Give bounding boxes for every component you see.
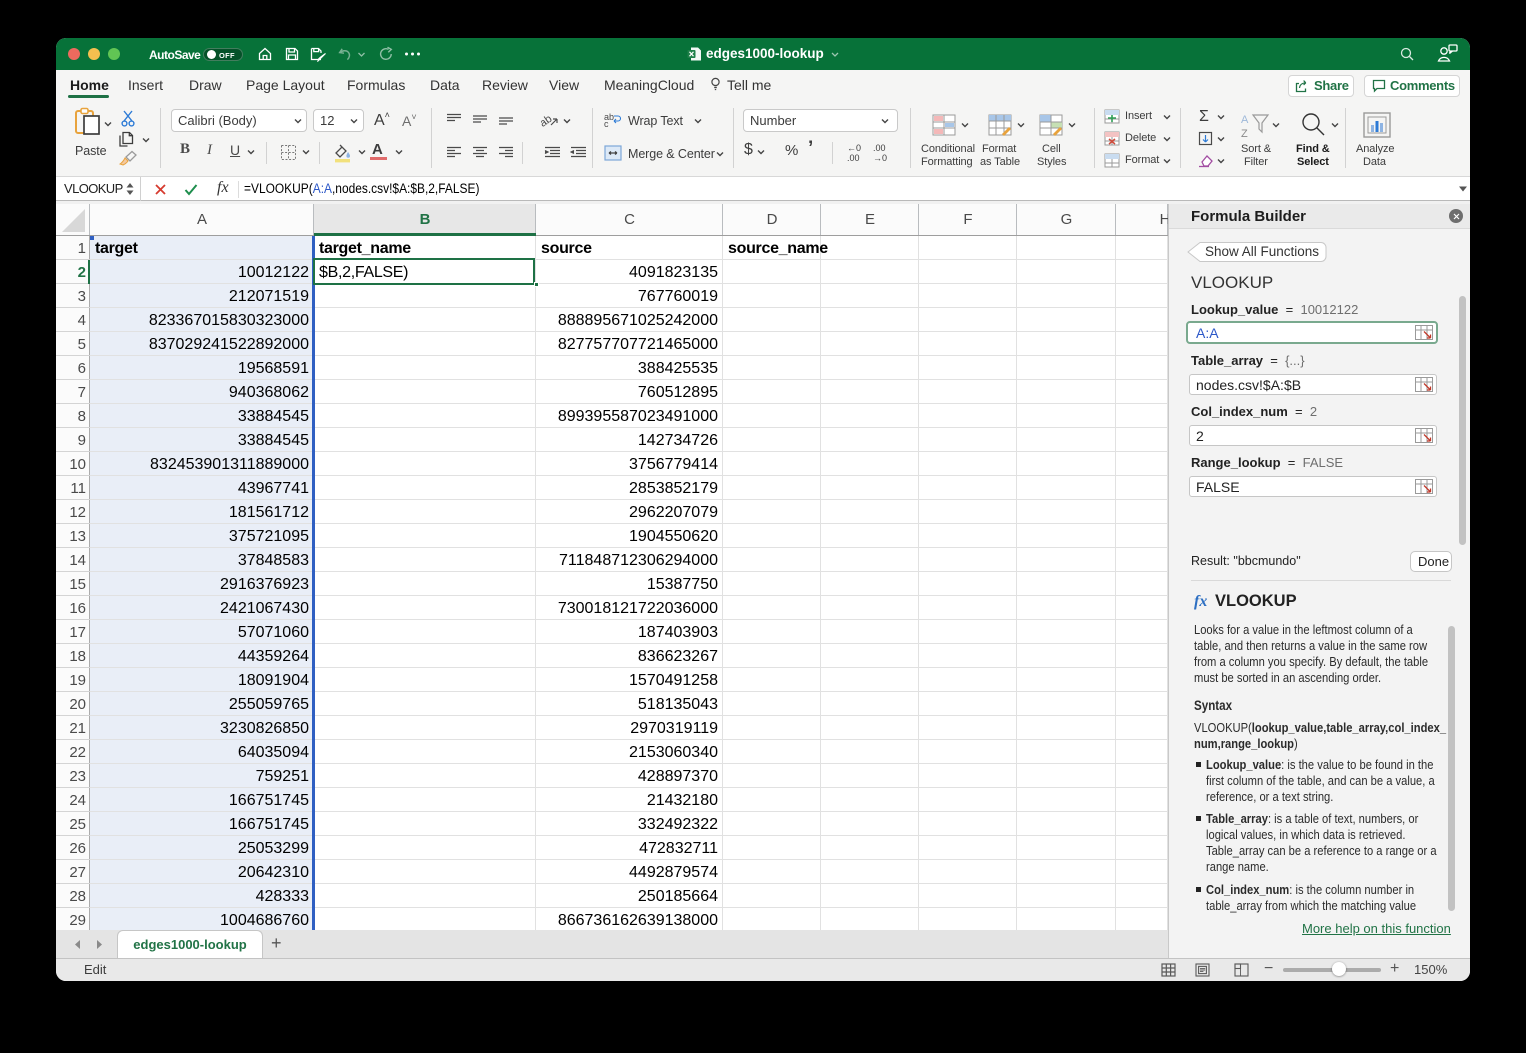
svg-text:ab: ab [541,113,554,130]
svg-text:Z: Z [1241,128,1248,139]
svg-text:c: c [604,119,609,128]
svg-text:A: A [1241,114,1249,126]
